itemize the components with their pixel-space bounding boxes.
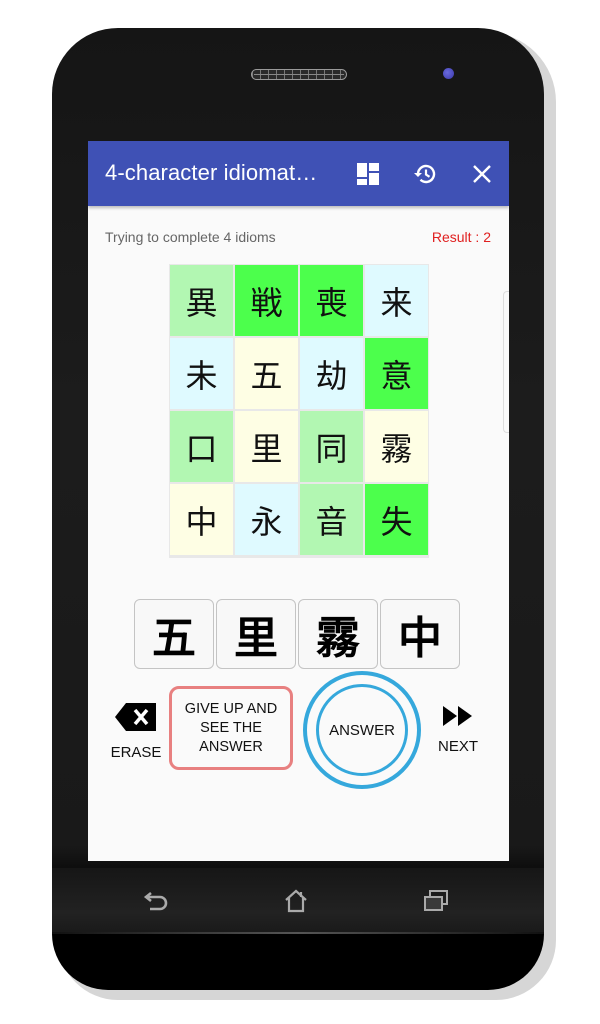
speaker-grille bbox=[251, 69, 347, 80]
grid-cell[interactable]: 未 bbox=[170, 338, 233, 409]
bezel-highlight bbox=[52, 932, 544, 934]
grid-cell[interactable]: 意 bbox=[365, 338, 428, 409]
recents-icon[interactable] bbox=[421, 886, 451, 916]
app-screen: 4-character idiomat… Trying to complete … bbox=[88, 141, 509, 861]
answer-slot[interactable]: 里 bbox=[216, 599, 296, 669]
grid-cell[interactable]: 中 bbox=[170, 484, 233, 555]
answer-slot[interactable]: 五 bbox=[134, 599, 214, 669]
answer-slot[interactable]: 霧 bbox=[298, 599, 378, 669]
grid-cell[interactable]: 劫 bbox=[300, 338, 363, 409]
erase-label: ERASE bbox=[110, 744, 162, 761]
grid-cell[interactable]: 戦 bbox=[235, 265, 298, 336]
answer-label: ANSWER bbox=[329, 721, 395, 739]
grid-cell[interactable]: 失 bbox=[365, 484, 428, 555]
grid-cell[interactable]: 喪 bbox=[300, 265, 363, 336]
character-grid: 異戦喪来未五劫意口里同霧中永音失 bbox=[169, 264, 429, 558]
front-camera bbox=[443, 68, 454, 79]
grid-cell[interactable]: 五 bbox=[235, 338, 298, 409]
back-arrow-icon[interactable] bbox=[141, 886, 171, 916]
erase-button[interactable]: ERASE bbox=[108, 701, 164, 761]
progress-status: Trying to complete 4 idioms bbox=[105, 229, 276, 245]
grid-cell[interactable]: 同 bbox=[300, 411, 363, 482]
history-icon[interactable] bbox=[411, 160, 439, 188]
answer-button[interactable]: ANSWER bbox=[303, 671, 421, 789]
home-icon[interactable] bbox=[281, 886, 311, 916]
grid-cell[interactable]: 永 bbox=[235, 484, 298, 555]
answer-slots: 五里霧中 bbox=[134, 599, 460, 669]
give-up-label: GIVE UP AND SEE THE ANSWER bbox=[184, 700, 278, 755]
fast-forward-icon bbox=[443, 706, 472, 726]
grid-cell[interactable]: 音 bbox=[300, 484, 363, 555]
side-drawer-handle[interactable] bbox=[503, 291, 509, 433]
give-up-button[interactable]: GIVE UP AND SEE THE ANSWER bbox=[169, 686, 293, 770]
grid-cell[interactable]: 霧 bbox=[365, 411, 428, 482]
next-button[interactable]: NEXT bbox=[430, 705, 486, 755]
grid-cell[interactable]: 里 bbox=[235, 411, 298, 482]
grid-cell[interactable]: 来 bbox=[365, 265, 428, 336]
result-count: Result : 2 bbox=[431, 229, 491, 245]
answer-slot[interactable]: 中 bbox=[380, 599, 460, 669]
close-icon[interactable] bbox=[468, 160, 496, 188]
grid-cell[interactable]: 異 bbox=[170, 265, 233, 336]
backspace-icon bbox=[115, 703, 156, 731]
grid-layout-icon[interactable] bbox=[354, 160, 382, 188]
next-label: NEXT bbox=[437, 738, 478, 755]
grid-cell[interactable]: 口 bbox=[170, 411, 233, 482]
answer-inner-ring: ANSWER bbox=[316, 684, 408, 776]
app-bar: 4-character idiomat… bbox=[88, 141, 509, 206]
app-title: 4-character idiomat… bbox=[105, 160, 318, 185]
